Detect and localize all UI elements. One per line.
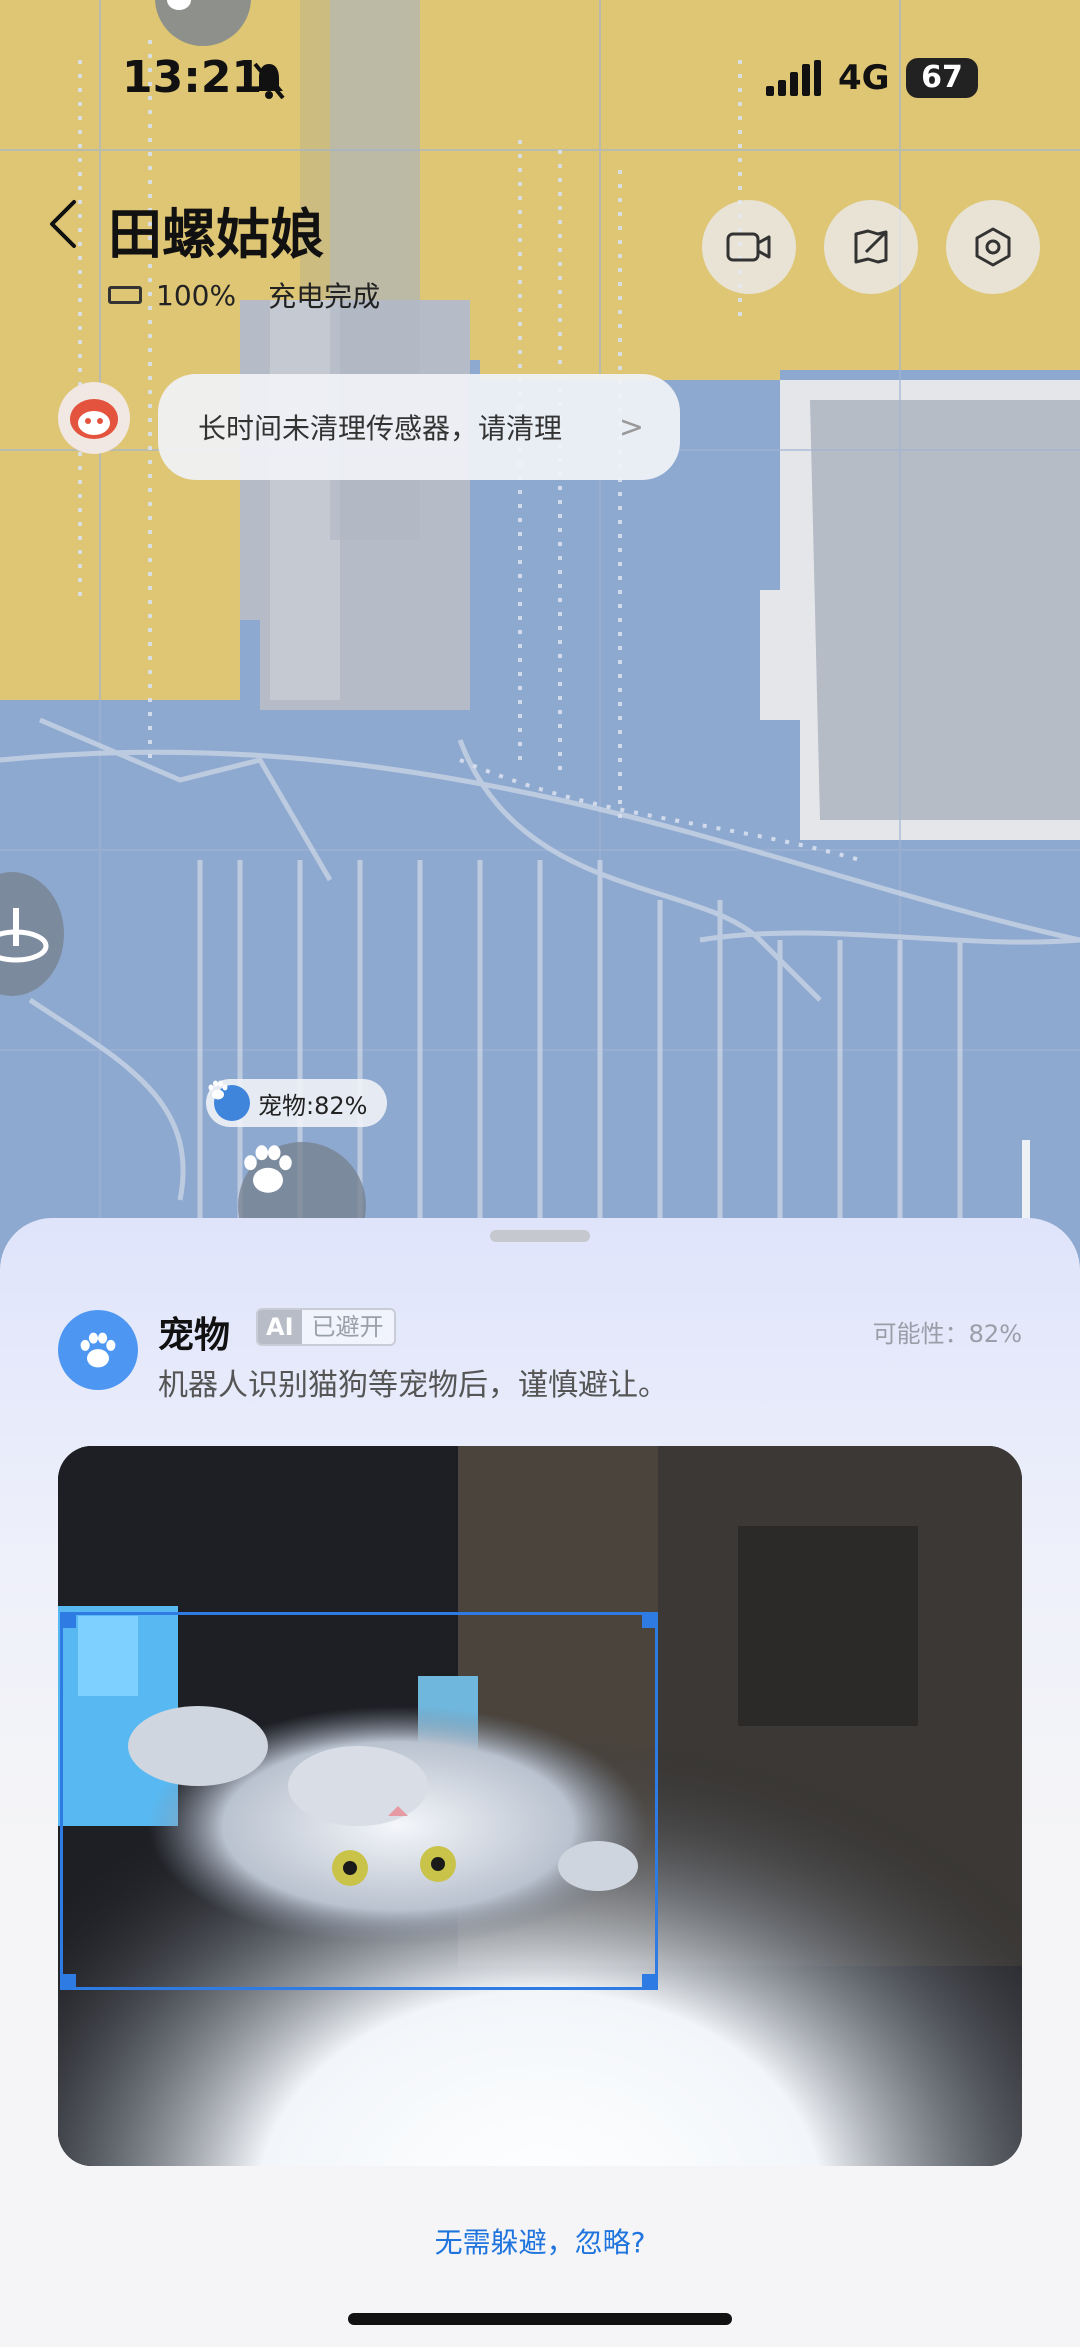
box-corner: [60, 1612, 76, 1628]
chevron-right-icon: >: [618, 410, 644, 445]
battery-indicator: 67: [906, 58, 978, 98]
pet-detection-label[interactable]: 宠物:82%: [206, 1079, 388, 1127]
pet-detail-sheet: 宠物 AI 已避开 可能性：82% 机器人识别猫狗等宠物后，谨慎避让。 无需躲避…: [0, 1218, 1080, 2347]
battery-level: 100%: [156, 278, 237, 312]
status-time: 13:21: [122, 52, 263, 103]
robot-avatar: [58, 382, 130, 454]
sensor-notice-banner[interactable]: 长时间未清理传感器，请清理 >: [158, 374, 680, 480]
detection-bounding-box: [60, 1612, 658, 1990]
robot-status: 100% 充电完成: [108, 275, 380, 315]
sheet-title: 宠物: [158, 1315, 231, 1356]
sheet-drag-handle[interactable]: [490, 1230, 590, 1242]
pet-detection-text: 宠物:82%: [258, 1091, 368, 1120]
status-bar: 13:21 4G 67: [0, 40, 1080, 120]
probability-text: 可能性：82%: [872, 1320, 1022, 1348]
ai-status-badge: AI 已避开: [256, 1308, 396, 1346]
edit-map-button[interactable]: [824, 200, 918, 294]
notice-text: 长时间未清理传感器，请清理: [198, 412, 563, 445]
box-corner: [642, 1974, 658, 1990]
robot-mascot-icon: [70, 399, 118, 439]
box-corner: [60, 1974, 76, 1990]
paw-icon: [208, 1080, 250, 1121]
box-corner: [642, 1612, 658, 1628]
edit-map-icon: [854, 229, 888, 264]
paw-icon: [58, 1310, 138, 1390]
settings-icon: [975, 227, 1011, 267]
network-type: 4G: [838, 58, 890, 98]
settings-button[interactable]: [946, 200, 1040, 294]
signal-strength-icon: [766, 60, 821, 96]
video-button[interactable]: [702, 200, 796, 294]
paw-icon: [244, 1145, 292, 1193]
battery-icon: [108, 286, 142, 304]
chevron-left-icon[interactable]: [44, 196, 84, 252]
sheet-description: 机器人识别猫狗等宠物后，谨慎避让。: [158, 1368, 668, 1403]
mop-icon: [0, 908, 49, 963]
mute-bell-icon: [253, 62, 285, 100]
detection-photo[interactable]: [58, 1446, 1022, 2166]
map-marker-side[interactable]: [0, 872, 64, 996]
ignore-link[interactable]: 无需躲避，忽略?: [0, 2221, 1080, 2261]
video-camera-icon: [726, 232, 771, 262]
charge-status: 充电完成: [268, 280, 381, 313]
paw-icon: [167, 0, 191, 10]
avoided-tag: 已避开: [301, 1310, 394, 1344]
page-title: 田螺姑娘: [108, 203, 324, 266]
home-indicator[interactable]: [348, 2313, 732, 2325]
ai-tag: AI: [258, 1310, 302, 1344]
